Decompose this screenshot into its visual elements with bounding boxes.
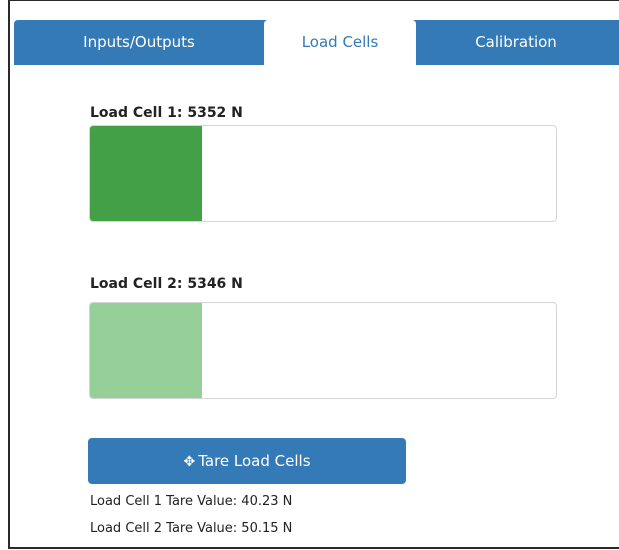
load-cell-2-bar xyxy=(89,302,557,399)
tare-value-2: Load Cell 2 Tare Value: 50.15 N xyxy=(90,521,293,536)
tare-button-label: Tare Load Cells xyxy=(198,452,311,470)
load-cell-2-bar-fill xyxy=(90,303,202,398)
tab-bar: Inputs/Outputs Load Cells Calibration xyxy=(10,1,619,68)
load-cell-1-bar-fill xyxy=(90,126,202,221)
tare-load-cells-button[interactable]: ✥ Tare Load Cells xyxy=(88,438,406,484)
load-cell-1-label: Load Cell 1: 5352 N xyxy=(90,105,243,121)
app-window: Inputs/Outputs Load Cells Calibration Lo… xyxy=(8,0,619,549)
move-arrows-icon: ✥ xyxy=(183,454,196,470)
load-cells-panel: Load Cell 1: 5352 N Load Cell 2: 5346 N … xyxy=(10,67,619,547)
tab-load-cells[interactable]: Load Cells xyxy=(264,20,416,68)
tab-calibration[interactable]: Calibration xyxy=(416,20,616,65)
load-cell-1-bar xyxy=(89,125,557,222)
tab-inputs-outputs[interactable]: Inputs/Outputs xyxy=(14,20,264,65)
tare-value-1: Load Cell 1 Tare Value: 40.23 N xyxy=(90,494,293,509)
load-cell-2-label: Load Cell 2: 5346 N xyxy=(90,276,243,292)
